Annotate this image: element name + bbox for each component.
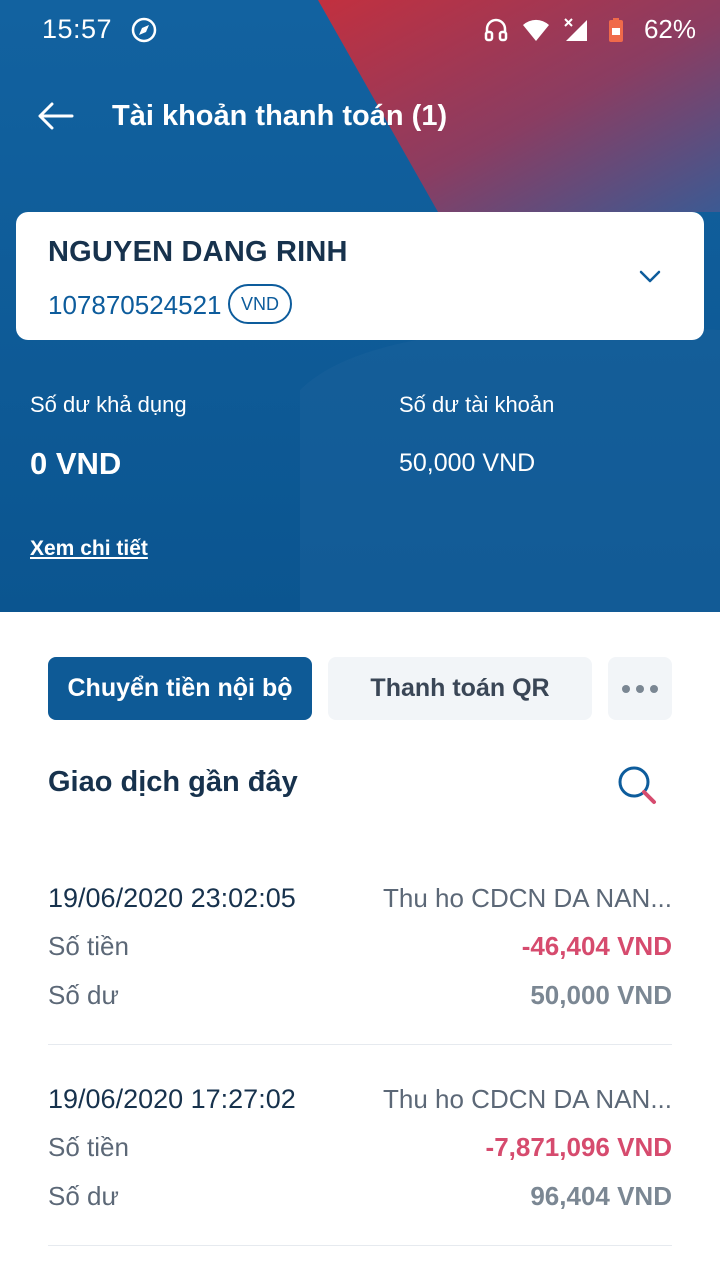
status-icons: 62% <box>482 14 696 45</box>
transaction-description: Thu ho CDCN DA NAN... <box>383 882 672 913</box>
transaction-balance: 96,404 VND <box>530 1180 672 1211</box>
battery-percentage: 62% <box>643 14 696 44</box>
battery-saver-icon <box>608 17 623 42</box>
account-balance-label: Số dư tài khoản <box>399 392 555 417</box>
back-button[interactable] <box>30 96 82 136</box>
transaction-balance: 50,000 VND <box>530 979 672 1010</box>
chevron-down-icon[interactable] <box>636 262 664 290</box>
headset-icon <box>484 18 508 41</box>
account-number: 107870524521 <box>48 290 222 320</box>
more-actions-button[interactable] <box>608 657 672 720</box>
transaction-datetime: 19/06/2020 23:02:05 <box>48 882 296 913</box>
status-bar: 15:57 62% <box>0 0 720 64</box>
search-icon[interactable] <box>614 762 660 808</box>
account-selector-card[interactable]: NGUYEN DANG RINH 107870524521 VND <box>16 212 704 340</box>
qr-payment-button[interactable]: Thanh toán QR <box>328 657 592 720</box>
available-balance-label: Số dư khả dụng <box>30 392 187 417</box>
transaction-datetime: 19/06/2020 17:27:02 <box>48 1083 296 1114</box>
cellular-signal-icon <box>564 17 587 41</box>
page-title: Tài khoản thanh toán (1) <box>112 100 448 132</box>
amount-label: Số tiền <box>48 930 129 961</box>
balance-label: Số dư <box>48 979 119 1010</box>
amount-label: Số tiền <box>48 1131 129 1162</box>
wifi-icon <box>522 19 549 41</box>
status-time: 15:57 <box>42 14 113 44</box>
app-bar: Tài khoản thanh toán (1) <box>0 80 720 156</box>
transaction-amount: -7,871,096 VND <box>485 1131 672 1162</box>
compass-icon <box>131 17 157 43</box>
transaction-item[interactable]: 19/06/2020 23:02:05 Thu ho CDCN DA NAN..… <box>48 872 672 1072</box>
transaction-description: Thu ho CDCN DA NAN... <box>383 1083 672 1114</box>
divider <box>48 1245 672 1246</box>
account-balance-value: 50,000 VND <box>399 449 536 477</box>
more-horizontal-icon <box>622 684 658 693</box>
internal-transfer-button[interactable]: Chuyển tiền nội bộ <box>48 657 312 720</box>
recent-transactions-title: Giao dịch gần đây <box>48 766 298 798</box>
view-details-link[interactable]: Xem chi tiết <box>30 537 148 561</box>
divider <box>48 1044 672 1045</box>
account-holder-name: NGUYEN DANG RINH <box>48 236 348 268</box>
balance-label: Số dư <box>48 1180 119 1211</box>
arrow-left-icon <box>38 102 74 130</box>
available-balance-value: 0 VND <box>30 446 122 481</box>
currency-badge: VND <box>228 284 293 324</box>
transaction-amount: -46,404 VND <box>521 930 672 961</box>
transaction-item[interactable]: 19/06/2020 17:27:02 Thu ho CDCN DA NAN..… <box>48 1073 672 1273</box>
